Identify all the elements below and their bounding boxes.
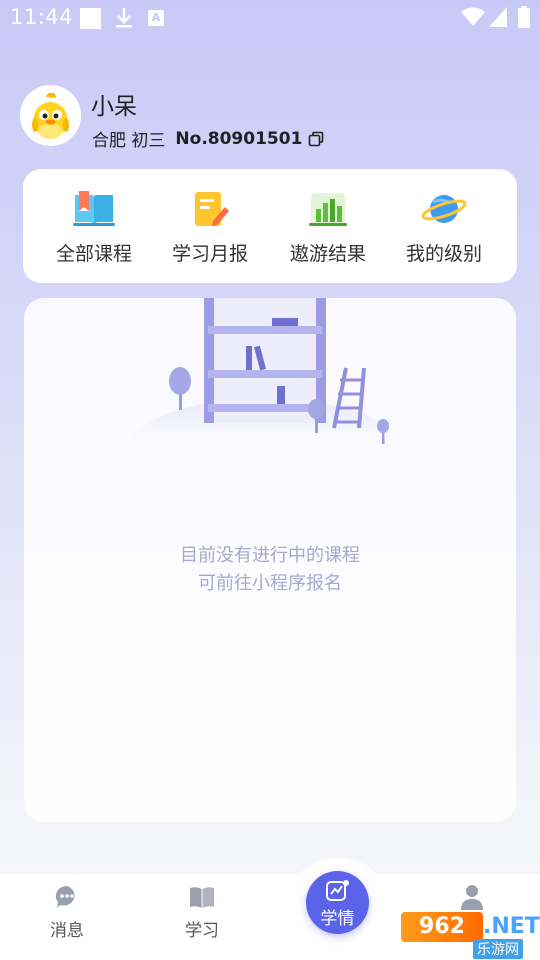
- download-icon: [116, 8, 132, 28]
- book-icon: [73, 191, 115, 226]
- status-time: 11:44: [10, 5, 74, 29]
- nav-messages-label: 消息: [50, 921, 84, 941]
- wifi-icon: [461, 7, 485, 26]
- watermark-logo: 962: [401, 912, 483, 942]
- monthly-report-button[interactable]: 学习月报: [150, 189, 270, 266]
- empty-state-line2: 可前往小程序报名: [198, 573, 342, 594]
- quick-actions-card: 全部课程 学习月报 遨游结果 我的级别: [23, 169, 517, 283]
- travel-results-label: 遨游结果: [289, 243, 366, 265]
- empty-state-line1: 目前没有进行中的课程: [180, 545, 360, 566]
- battery-icon: [518, 6, 530, 28]
- all-courses-label: 全部课程: [55, 243, 132, 265]
- course-list-card: 目前没有进行中的课程 可前往小程序报名: [24, 298, 516, 822]
- notification-a-icon: A: [148, 10, 164, 26]
- location-grade: 合肥 初三: [92, 131, 166, 151]
- my-level-button[interactable]: 我的级别: [384, 189, 504, 266]
- user-meta: 合肥 初三 No.80901501: [92, 126, 324, 151]
- avatar[interactable]: [20, 85, 81, 146]
- signal-icon: [489, 7, 507, 27]
- open-book-icon: [190, 887, 214, 908]
- report-icon: [195, 192, 229, 226]
- chick-avatar-icon: [20, 85, 81, 146]
- nav-study[interactable]: 学习: [162, 884, 242, 941]
- planet-icon: [421, 195, 467, 223]
- site-watermark: 962 .NET 乐游网: [401, 912, 540, 959]
- all-courses-button[interactable]: 全部课程: [34, 189, 154, 266]
- empty-bookshelf-illustration: [119, 298, 419, 468]
- notification-square-icon: [80, 8, 101, 29]
- trend-icon: [326, 880, 349, 901]
- travel-results-button[interactable]: 遨游结果: [268, 189, 388, 266]
- my-level-label: 我的级别: [405, 243, 482, 265]
- copy-icon[interactable]: [308, 131, 324, 147]
- user-name: 小呆: [91, 94, 137, 120]
- watermark-site: 乐游网: [473, 939, 523, 959]
- chat-icon: [55, 885, 75, 908]
- monthly-report-label: 学习月报: [171, 243, 248, 265]
- nav-study-label: 学习: [185, 921, 219, 941]
- student-number: No.80901501: [175, 128, 303, 149]
- user-icon: [461, 885, 483, 910]
- bar-chart-icon: [309, 193, 347, 226]
- nav-learning-status[interactable]: 学情: [306, 871, 369, 934]
- watermark-net: .NET: [483, 914, 540, 939]
- nav-messages[interactable]: 消息: [27, 884, 107, 941]
- nav-learning-status-label: 学情: [320, 909, 355, 929]
- status-bar: 11:44 A: [0, 0, 540, 36]
